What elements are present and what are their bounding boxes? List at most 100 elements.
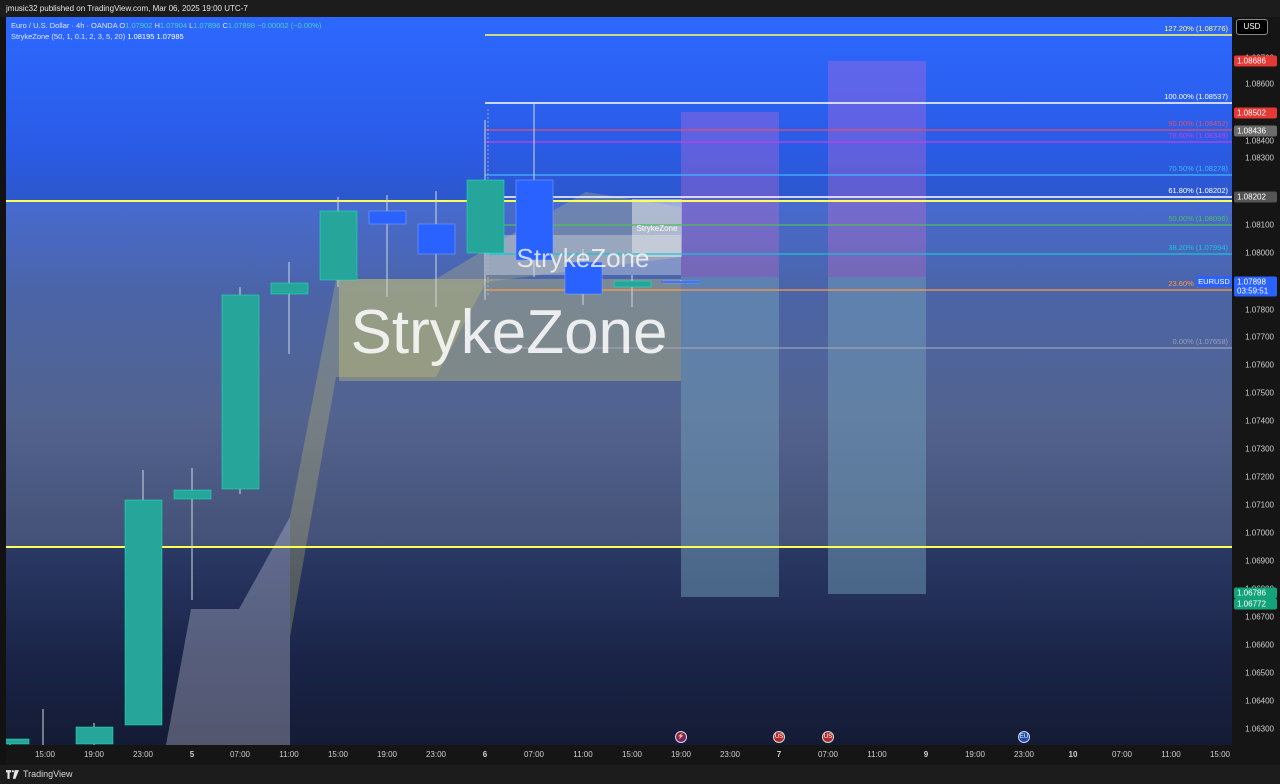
price-label: 1.08502: [1234, 107, 1277, 119]
footer-bar: TradingView: [0, 765, 1280, 784]
time-tick: 15:00: [1209, 750, 1231, 759]
price-label: 1.06786: [1234, 587, 1277, 599]
time-tick: 11:00: [867, 750, 887, 759]
time-axis[interactable]: 15:00 19:00 23:00 5 07:00 11:00 15:00 19:00 23:0…: [6, 745, 1232, 765]
time-tick: 6: [482, 750, 488, 759]
indicator-value-1: 1.08195: [127, 32, 155, 41]
price-tick: 1.06600: [1245, 640, 1274, 650]
fib-label: 78.60% (1.08349): [1168, 131, 1228, 140]
time-tick: 11:00: [1161, 750, 1181, 759]
price-label: 03:59:51: [1234, 285, 1277, 297]
time-tick: 10: [1068, 750, 1078, 759]
price-label: 1.06772: [1234, 598, 1277, 610]
brand-name: TradingView: [23, 769, 73, 779]
us-flag-event-icon[interactable]: US: [822, 731, 834, 743]
legend-change: −0.00002 (−0.00%): [257, 21, 322, 30]
price-tick: 1.08400: [1245, 136, 1274, 146]
candle-body: [319, 210, 358, 281]
candle-body: [124, 499, 163, 726]
legend-close-value: 1.07898: [227, 21, 256, 30]
fib-label: 127.20% (1.08776): [1164, 24, 1228, 33]
price-tick: 1.07100: [1245, 500, 1274, 510]
legend-low-value: 1.07896: [193, 21, 221, 30]
time-tick: 23:00: [719, 750, 741, 759]
time-tick: 19:00: [964, 750, 986, 759]
price-tick: 1.08100: [1245, 220, 1274, 230]
us-flag-event-icon[interactable]: US: [773, 731, 785, 743]
indicator-name[interactable]: StrykeZone (50, 1, 0.1, 2, 3, 5, 20): [11, 32, 125, 41]
time-tick: 07:00: [523, 750, 545, 759]
price-tick: 1.06400: [1245, 696, 1274, 706]
fib-label: 61.80% (1.08202): [1168, 186, 1228, 195]
price-tick: 1.07700: [1245, 332, 1274, 342]
time-tick: 07:00: [817, 750, 839, 759]
legend-symbol[interactable]: Euro / U.S. Dollar · 4h · OANDA: [11, 21, 117, 30]
price-tick: 1.07500: [1245, 388, 1274, 398]
price-axis[interactable]: 1.087001.086001.084001.083001.081001.080…: [1232, 17, 1280, 765]
candle-body: [6, 738, 30, 745]
time-tick: 19:00: [83, 750, 105, 759]
time-tick: 19:00: [376, 750, 398, 759]
strykezone-watermark-small: StrykeZone: [637, 224, 678, 233]
price-tick: 1.07400: [1245, 416, 1274, 426]
legend-open-value: 1.07902: [125, 21, 153, 30]
fib-label: 50.00% (1.08096): [1168, 214, 1228, 223]
candle-body: [368, 210, 407, 225]
price-tick: 1.07600: [1245, 360, 1274, 370]
zone-shadow: [166, 517, 290, 745]
fib-label: 90.00% (1.08452): [1168, 119, 1228, 128]
fib-label: 0.00% (1.07658): [1173, 337, 1229, 346]
price-tick: 1.07300: [1245, 444, 1274, 454]
price-label: 1.08686: [1234, 55, 1277, 67]
chart-area[interactable]: 127.20% (1.08776) 100.00% (1.08537) 90.00%…: [6, 17, 1232, 745]
time-tick: 7: [776, 750, 782, 759]
candle-body: [417, 223, 456, 255]
price-tick: 1.08000: [1245, 248, 1274, 258]
time-tick: 23:00: [1013, 750, 1035, 759]
time-tick: 15:00: [327, 750, 349, 759]
publish-header: jmusic32 published on TradingView.com, M…: [0, 0, 1280, 17]
candle-body: [613, 280, 652, 288]
candle-body: [466, 179, 505, 254]
candle-body: [75, 726, 114, 745]
fib-label: 70.50% (1.08278): [1168, 164, 1228, 173]
strykezone-watermark-large: StrykeZone: [350, 298, 667, 367]
fib-label: 100.00% (1.08537): [1164, 92, 1228, 101]
time-tick: 07:00: [229, 750, 251, 759]
time-tick: 23:00: [425, 750, 447, 759]
price-label: 1.08202: [1234, 191, 1277, 203]
projection-box-bottom-1: [681, 277, 779, 597]
price-tick: 1.06300: [1245, 724, 1274, 734]
fib-label: 38.20% (1.07994): [1168, 243, 1228, 252]
price-tick: 1.06900: [1245, 556, 1274, 566]
candle-body: [221, 294, 260, 490]
indicator-value-2: 1.07985: [156, 32, 184, 41]
time-tick: 11:00: [573, 750, 593, 759]
time-tick: 15:00: [621, 750, 643, 759]
price-tick: 1.07800: [1245, 305, 1274, 315]
currency-button[interactable]: USD: [1236, 19, 1268, 35]
time-tick: 23:00: [132, 750, 154, 759]
candle-body: [173, 489, 212, 500]
price-tick: 1.07200: [1245, 472, 1274, 482]
time-tick: 19:00: [670, 750, 692, 759]
price-label: 1.08436: [1234, 125, 1277, 137]
tradingview-logo[interactable]: TradingView: [6, 765, 73, 784]
price-tick: 1.06700: [1245, 612, 1274, 622]
price-tick: 1.06500: [1245, 668, 1274, 678]
candle-body: [270, 282, 309, 295]
price-tick: 1.08300: [1245, 153, 1274, 163]
legend-high-value: 1.07904: [159, 21, 187, 30]
time-tick: 11:00: [279, 750, 299, 759]
time-tick: 15:00: [34, 750, 56, 759]
price-tick: 1.07000: [1245, 528, 1274, 538]
tradingview-logo-icon: [6, 770, 19, 779]
time-tick: 9: [923, 750, 929, 759]
chart-canvas[interactable]: 127.20% (1.08776) 100.00% (1.08537) 90.00%…: [6, 17, 1232, 745]
lightning-event-icon[interactable]: ⚡: [675, 731, 687, 743]
chart-legend: Euro / U.S. Dollar · 4h · OANDA O1.07902…: [11, 20, 321, 42]
symbol-price-tag: EURUSD: [1196, 276, 1232, 287]
eu-flag-event-icon[interactable]: EU: [1018, 731, 1030, 743]
price-tick: 1.08600: [1245, 79, 1274, 89]
time-tick: 07:00: [1111, 750, 1133, 759]
